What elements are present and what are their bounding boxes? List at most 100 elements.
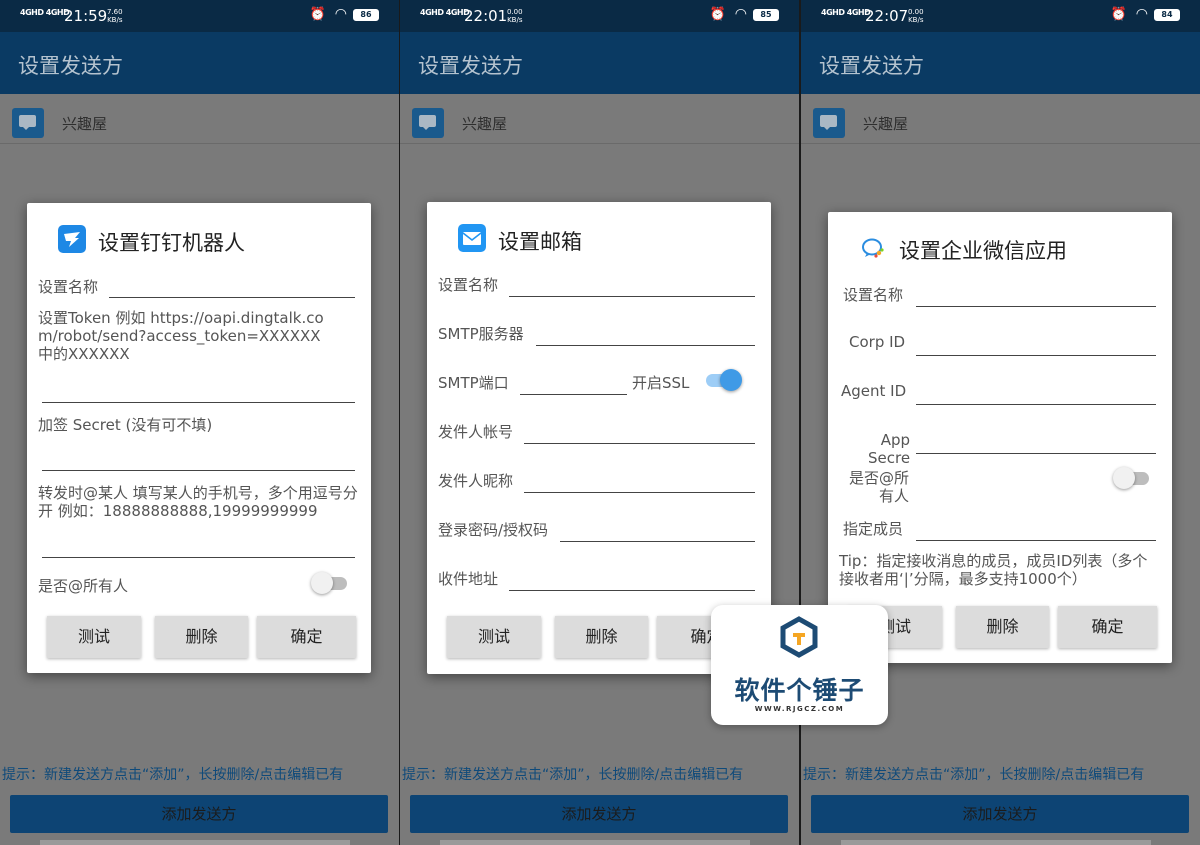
add-sender-button[interactable]: 添加发送方 [410,795,788,833]
dingtalk-dialog: 设置钉钉机器人 设置名称 设置Token 例如 https://oapi.din… [27,203,371,673]
sender-list-item[interactable]: 兴趣屋 [0,100,399,144]
smtp-port-label: SMTP端口 [438,374,509,392]
wecom-dialog: 设置企业微信应用 设置名称 Corp ID Agent ID App Secre… [828,212,1172,663]
status-bar: 4GHD 4GHD 21:59 7.60 KB/s ⏰ ◠ 86 [0,0,399,32]
corp-id-input[interactable] [916,355,1156,356]
page-title: 设置发送方 [418,54,523,78]
signal-indicator: 4GHD 4GHD [420,8,470,17]
hint-text: 提示：新建发送方点击“添加”，长按删除/点击编辑已有 [803,767,1145,783]
sender-list-item[interactable]: 兴趣屋 [801,100,1200,144]
name-label: 设置名称 [38,278,99,296]
member-input[interactable] [916,540,1156,541]
dingtalk-icon [58,225,86,253]
delete-button[interactable]: 删除 [956,606,1049,648]
watermark-name: 软件个锤子 [734,676,865,705]
ssl-label: 开启SSL [632,374,690,392]
app-bar: 设置发送方 [801,32,1200,94]
sender-list-item[interactable]: 兴趣屋 [400,100,799,144]
app-secret-input[interactable] [916,453,1156,454]
delete-button[interactable]: 删除 [155,616,248,658]
at-all-label: 是否@所有人 [38,577,129,595]
sender-account-input[interactable] [524,443,755,444]
wecom-icon [859,234,887,262]
password-label: 登录密码/授权码 [438,521,549,539]
app-secret-label: App Secret [868,431,910,465]
token-input[interactable] [42,402,355,403]
bottom-button-strip [40,840,350,845]
battery-indicator: 84 [1154,9,1180,21]
smtp-port-input[interactable] [520,394,627,395]
status-time: 22:01 [464,7,508,25]
at-all-label: 是否@所有人 [848,469,909,505]
dialog-title: 设置钉钉机器人 [98,231,245,255]
delete-button[interactable]: 删除 [555,616,648,658]
member-label: 指定成员 [843,520,904,538]
sender-name: 兴趣屋 [863,115,909,133]
at-mobiles-input[interactable] [42,557,355,558]
status-bar: 4GHD 4GHD 22:07 0.00 KB/s ⏰ ◠ 84 [801,0,1200,32]
alarm-icon: ⏰ [1110,7,1127,22]
app-bar: 设置发送方 [0,32,399,94]
sender-name: 兴趣屋 [462,115,508,133]
network-speed: 0.00 KB/s [507,8,523,24]
name-input[interactable] [509,296,755,297]
network-speed: 7.60 KB/s [107,8,123,24]
confirm-button[interactable]: 确定 [1058,606,1157,648]
agent-id-label: Agent ID [841,382,907,400]
name-input[interactable] [916,306,1156,307]
wifi-icon: ◠ [334,6,347,22]
app-bar: 设置发送方 [400,32,799,94]
password-input[interactable] [560,541,755,542]
test-button[interactable]: 测试 [47,616,141,658]
sender-name: 兴趣屋 [62,115,108,133]
hint-text: 提示：新建发送方点击“添加”，长按删除/点击编辑已有 [402,767,744,783]
add-sender-button[interactable]: 添加发送方 [811,795,1189,833]
smtp-server-label: SMTP服务器 [438,325,524,343]
page-title: 设置发送方 [819,54,924,78]
wifi-icon: ◠ [1135,6,1148,22]
bottom-button-strip [440,840,750,845]
network-speed: 0.00 KB/s [908,8,924,24]
recipient-label: 收件地址 [438,570,499,588]
agent-id-input[interactable] [916,404,1156,405]
screen-dingtalk: 4GHD 4GHD 21:59 7.60 KB/s ⏰ ◠ 86 设置发送方 兴趣… [0,0,399,845]
status-time: 21:59 [64,7,108,25]
name-input[interactable] [109,297,355,298]
hammer-logo-icon [780,616,818,658]
at-all-toggle[interactable] [311,571,349,595]
name-label: 设置名称 [438,276,499,294]
at-all-toggle[interactable] [1113,466,1151,490]
message-icon [813,108,845,138]
wifi-icon: ◠ [734,6,747,22]
recipient-input[interactable] [509,590,755,591]
add-sender-button[interactable]: 添加发送方 [10,795,388,833]
alarm-icon: ⏰ [709,7,726,22]
sender-nickname-label: 发件人昵称 [438,472,514,490]
watermark-url: WWW.RJGCZ.COM [754,705,845,713]
battery-indicator: 86 [353,9,379,21]
corp-id-label: Corp ID [849,333,906,351]
message-icon [12,108,44,138]
dialog-title: 设置企业微信应用 [899,239,1067,263]
sender-account-label: 发件人帐号 [438,423,514,441]
message-icon [412,108,444,138]
bottom-button-strip [841,840,1151,845]
dialog-title: 设置邮箱 [498,230,582,254]
page-title: 设置发送方 [18,54,123,78]
ssl-toggle[interactable] [704,368,742,392]
hint-text: 提示：新建发送方点击“添加”，长按删除/点击编辑已有 [2,767,344,783]
smtp-server-input[interactable] [536,345,755,346]
secret-label: 加签 Secret (没有可不填) [38,416,213,434]
test-button[interactable]: 测试 [447,616,541,658]
sender-nickname-input[interactable] [524,492,755,493]
signal-indicator: 4GHD 4GHD [20,8,70,17]
confirm-button[interactable]: 确定 [257,616,356,658]
signal-indicator: 4GHD 4GHD [821,8,871,17]
status-time: 22:07 [865,7,909,25]
alarm-icon: ⏰ [309,7,326,22]
tip-text: Tip：指定接收消息的成员，成员ID列表（多个接收者用‘|’分隔，最多支持100… [839,552,1148,588]
token-label: 设置Token 例如 https://oapi.dingtalk.com/rob… [38,309,324,363]
email-icon [458,224,486,252]
secret-input[interactable] [42,470,355,471]
at-mobiles-label: 转发时@某人 填写某人的手机号，多个用逗号分开 例如：18888888888,1… [38,484,358,520]
